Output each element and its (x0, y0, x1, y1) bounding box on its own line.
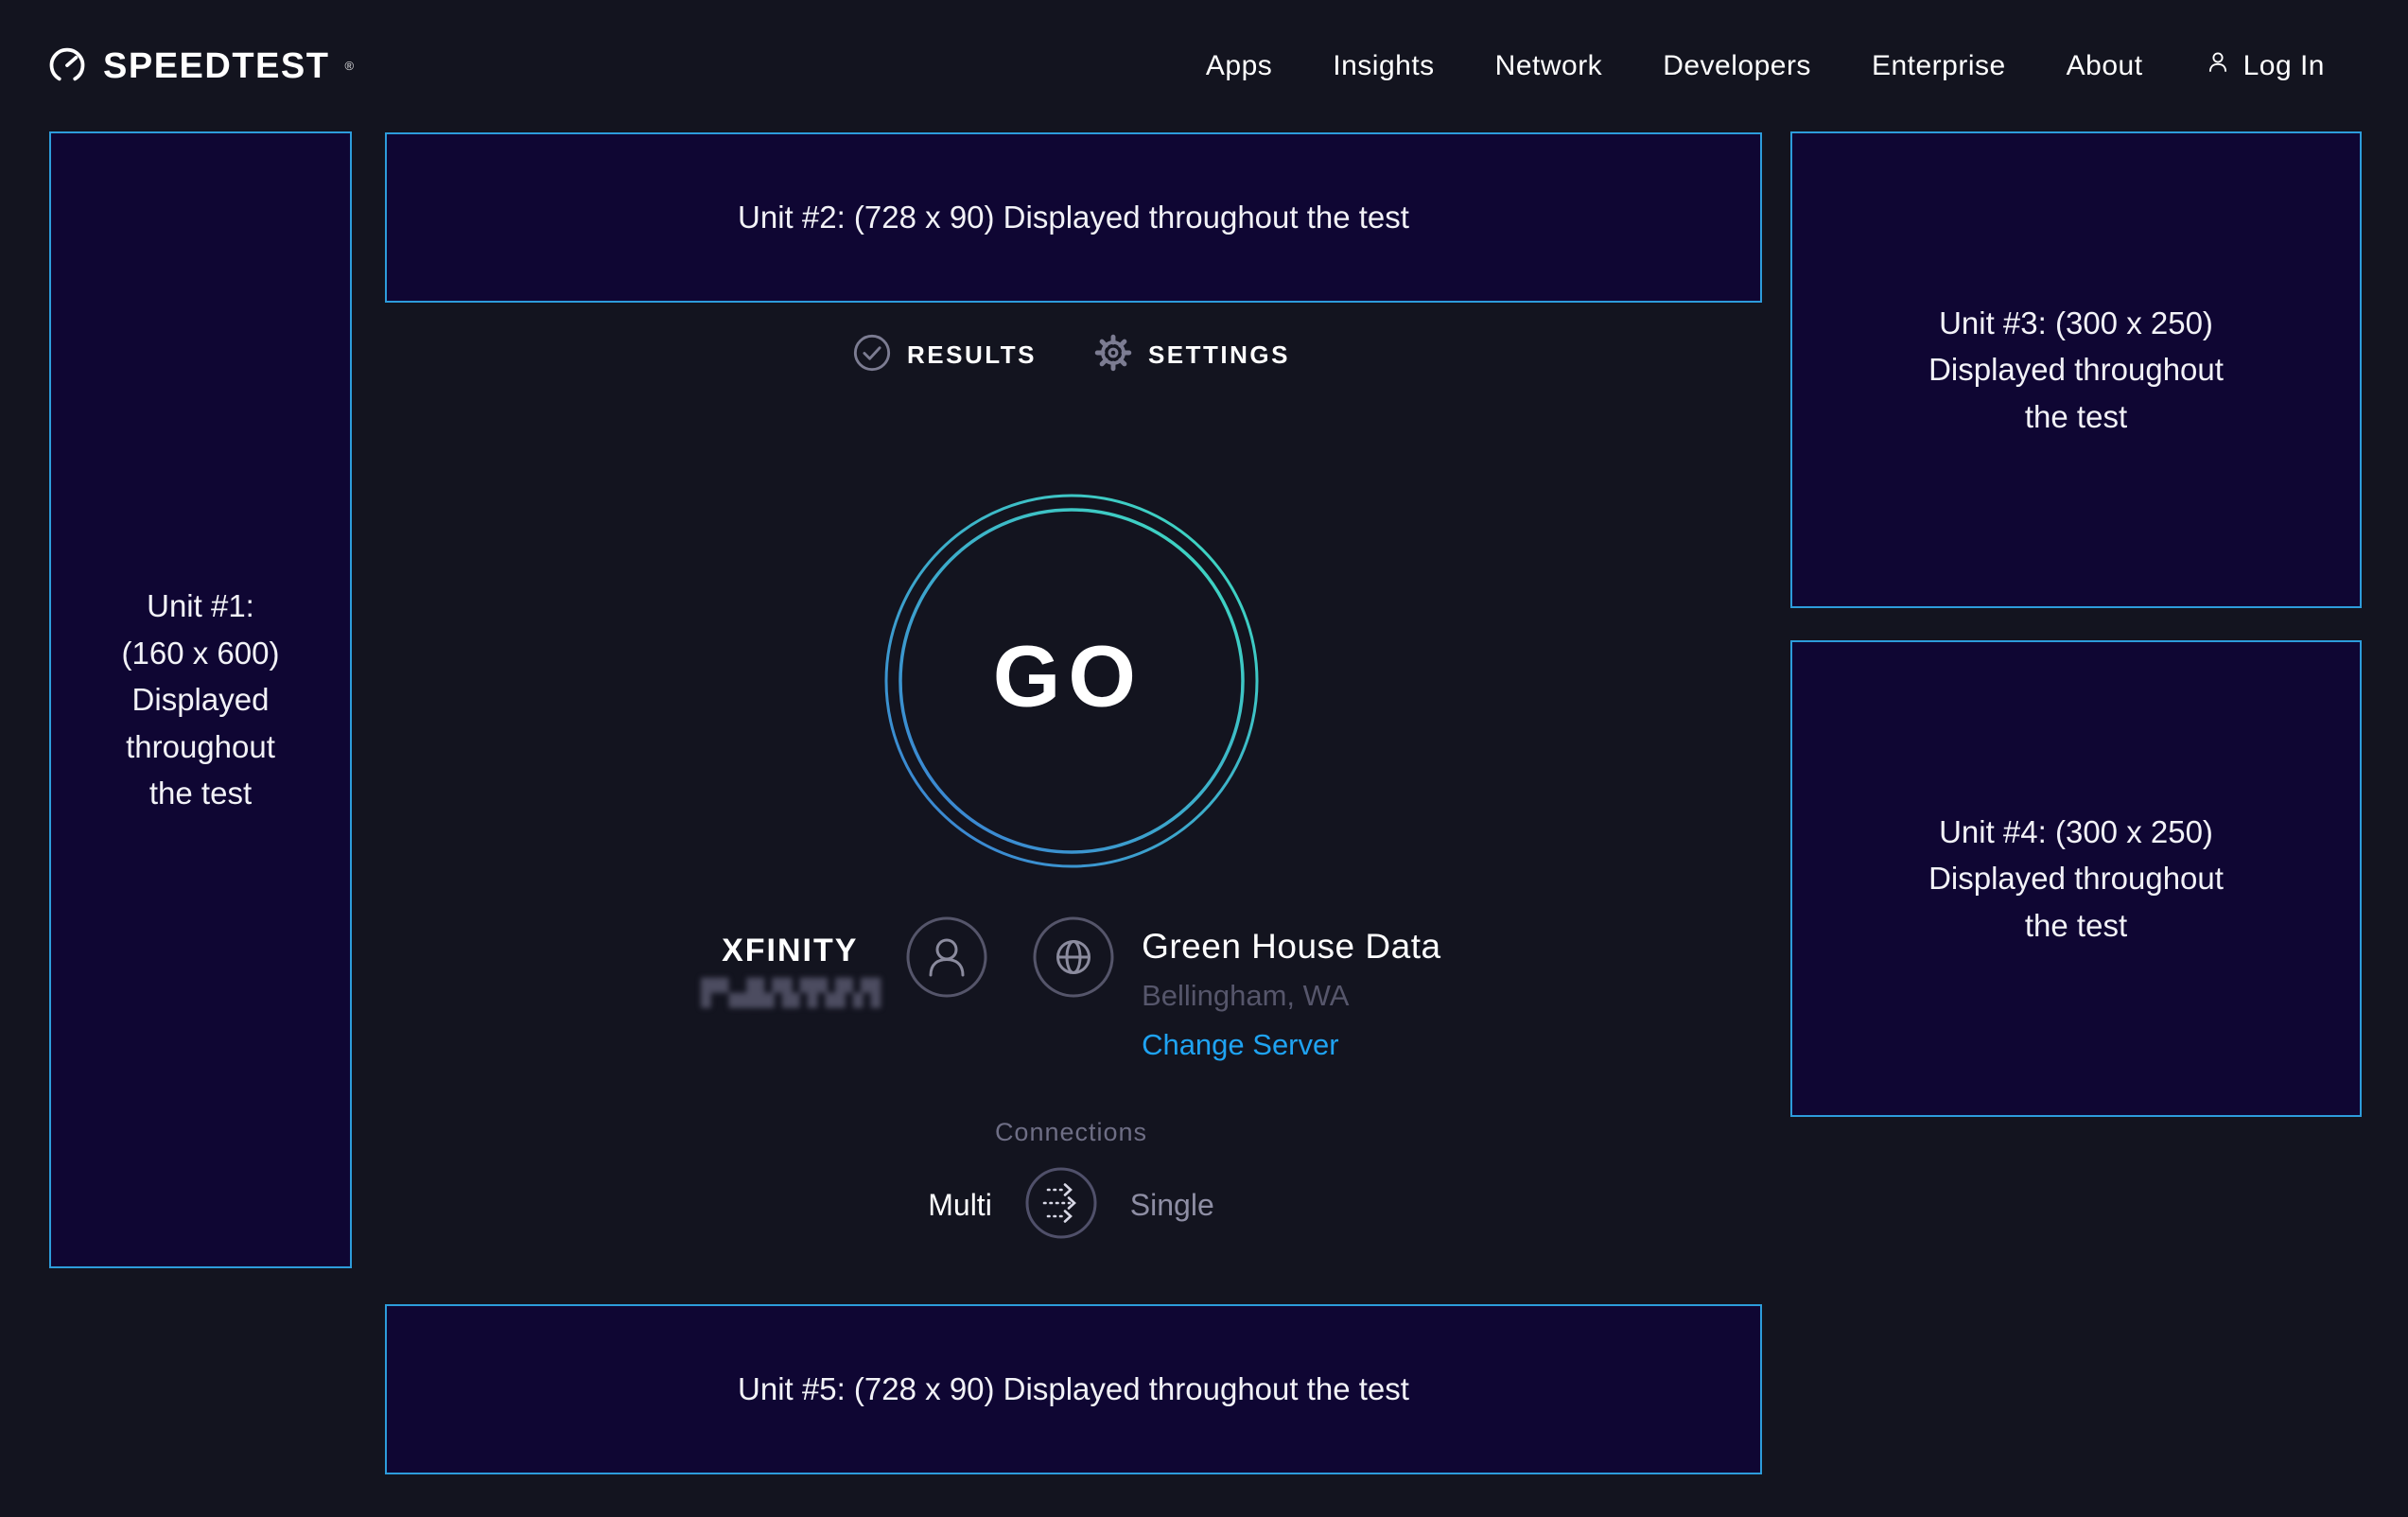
person-icon (2204, 48, 2232, 84)
ad-unit-1-skyscraper[interactable]: Unit #1: (160 x 600) Displayed throughou… (49, 131, 352, 1268)
speedtest-logo[interactable]: SPEEDTEST ® (46, 44, 354, 90)
connections-label: Connections (995, 1118, 1147, 1147)
check-circle-icon (852, 333, 892, 377)
gauge-icon (46, 44, 88, 90)
provider-server-row: XFINITY ▛▚▟▙▜▞▛▟▚▜ Green House Data (352, 915, 1790, 1067)
ad-text-line: Displayed throughout (1928, 855, 2224, 902)
nav-item-developers[interactable]: Developers (1663, 50, 1811, 82)
go-button-area: GO (352, 492, 1790, 870)
top-nav: SPEEDTEST ® Apps Insights Network Develo… (0, 0, 2408, 132)
multi-arrows-circle-icon[interactable] (1024, 1166, 1098, 1245)
login-button[interactable]: Log In (2204, 48, 2325, 84)
ad-unit-2-leaderboard[interactable]: Unit #2: (728 x 90) Displayed throughout… (385, 132, 1762, 303)
server-block: Green House Data Bellingham, WA Change S… (1032, 915, 1441, 1067)
ad-unit-4-rectangle[interactable]: Unit #4: (300 x 250) Displayed throughou… (1790, 640, 2362, 1117)
settings-tab-label: SETTINGS (1148, 340, 1290, 370)
login-label: Log In (2243, 50, 2325, 82)
logo-trademark: ® (344, 52, 354, 80)
ad-unit-5-leaderboard[interactable]: Unit #5: (728 x 90) Displayed throughout… (385, 1304, 1762, 1474)
nav-item-apps[interactable]: Apps (1206, 50, 1272, 82)
tab-settings[interactable]: SETTINGS (1093, 333, 1290, 377)
globe-circle-icon (1032, 915, 1115, 1003)
go-button[interactable]: GO (882, 492, 1261, 870)
change-server-link[interactable]: Change Server (1142, 1023, 1441, 1067)
nav-item-about[interactable]: About (2067, 50, 2143, 82)
results-tab-label: RESULTS (907, 340, 1037, 370)
ad-text-line: the test (2025, 902, 2127, 950)
ad-text-line: throughout (126, 724, 275, 771)
gear-icon (1093, 333, 1133, 377)
ad-text-line: Unit #5: (728 x 90) Displayed throughout… (738, 1366, 1409, 1413)
go-label: GO (993, 627, 1143, 726)
server-name: Green House Data (1142, 925, 1441, 968)
results-settings-tabs: RESULTS SETTINGS (352, 333, 1790, 377)
ad-text-line: Displayed throughout (1928, 346, 2224, 393)
connections-multi-option[interactable]: Multi (928, 1188, 992, 1223)
person-circle-icon (905, 915, 988, 1003)
nav-item-network[interactable]: Network (1495, 50, 1603, 82)
connections-single-option[interactable]: Single (1130, 1188, 1214, 1223)
ad-text-line: (160 x 600) (122, 630, 280, 677)
ad-text-line: Unit #1: (147, 583, 254, 630)
tab-results[interactable]: RESULTS (852, 333, 1037, 377)
ad-text-line: the test (2025, 393, 2127, 441)
ad-text-line: Unit #3: (300 x 250) (1939, 300, 2213, 347)
ad-unit-3-rectangle[interactable]: Unit #3: (300 x 250) Displayed throughou… (1790, 131, 2362, 608)
ad-text-line: Displayed (132, 676, 270, 724)
ad-text-line: Unit #2: (728 x 90) Displayed throughout… (738, 194, 1409, 241)
server-location: Bellingham, WA (1142, 973, 1441, 1019)
logo-text: SPEEDTEST (103, 46, 329, 87)
isp-name: XFINITY (722, 929, 858, 972)
ad-text-line: Unit #4: (300 x 250) (1939, 809, 2213, 856)
ad-text-line: the test (149, 770, 252, 817)
nav-menu: Apps Insights Network Developers Enterpr… (1206, 48, 2325, 84)
isp-detail-redacted: ▛▚▟▙▜▞▛▟▚▜ (701, 972, 879, 1014)
connections-section: Connections Multi Single (352, 1118, 1790, 1245)
isp-block: XFINITY ▛▚▟▙▜▞▛▟▚▜ (701, 915, 988, 1014)
nav-item-enterprise[interactable]: Enterprise (1872, 50, 2006, 82)
nav-item-insights[interactable]: Insights (1333, 50, 1434, 82)
